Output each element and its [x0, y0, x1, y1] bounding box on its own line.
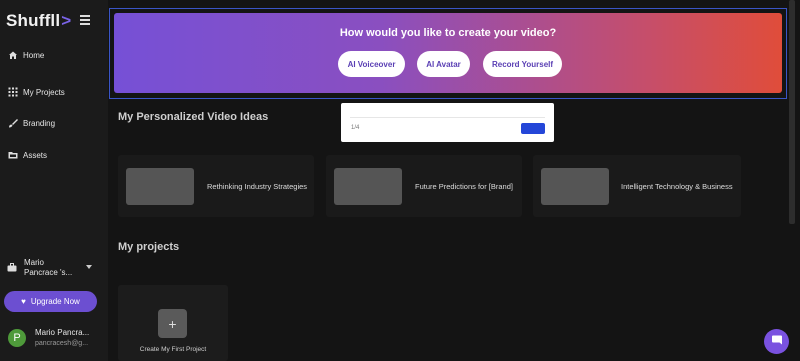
projects-section-title: My projects: [118, 241, 180, 253]
user-name: Mario Pancra...: [35, 328, 90, 337]
ai-avatar-button[interactable]: AI Avatar: [417, 51, 470, 77]
plus-icon: +: [158, 309, 187, 338]
brush-icon: [7, 118, 18, 129]
chevron-down-icon: [86, 265, 92, 269]
sidebar: Shuffll > Home My Projects Branding Asse…: [0, 0, 108, 361]
chat-bubble-icon: [771, 333, 783, 351]
sidebar-item-label: Assets: [23, 150, 48, 160]
sidebar-item-label: Branding: [23, 118, 56, 128]
record-yourself-button[interactable]: Record Yourself: [483, 51, 562, 77]
sidebar-item-branding[interactable]: Branding: [7, 113, 55, 133]
briefcase-icon: [7, 259, 17, 277]
sidebar-item-label: My Projects: [23, 87, 65, 97]
workspace-switcher[interactable]: Mario Pancrace 's...: [7, 256, 97, 280]
main-content: How would you like to create your video?…: [108, 0, 800, 361]
idea-card[interactable]: Intelligent Technology & Business: [533, 155, 741, 217]
folder-icon: [7, 150, 18, 161]
tour-divider: [350, 117, 545, 118]
idea-thumbnail: [334, 168, 402, 205]
hamburger-menu-icon[interactable]: [80, 15, 90, 25]
create-project-label: Create My First Project: [139, 346, 207, 353]
tour-next-button[interactable]: [521, 123, 545, 134]
idea-card[interactable]: Future Predictions for [Brand]: [326, 155, 522, 217]
sidebar-item-label: Home: [23, 50, 45, 60]
grid-icon: [7, 87, 18, 98]
idea-thumbnail: [126, 168, 194, 205]
hero-title: How would you like to create your video?: [339, 27, 557, 39]
user-email: pancracesh@g...: [35, 340, 89, 347]
sidebar-item-assets[interactable]: Assets: [7, 145, 47, 165]
sidebar-item-my-projects[interactable]: My Projects: [7, 82, 65, 102]
logo-mark: >: [61, 11, 72, 30]
create-video-banner: How would you like to create your video?…: [114, 13, 782, 93]
idea-title: Intelligent Technology & Business: [621, 182, 733, 191]
idea-thumbnail: [541, 168, 609, 205]
chat-support-button[interactable]: [764, 329, 789, 354]
avatar: P: [8, 329, 26, 347]
ideas-section-title: My Personalized Video Ideas: [118, 111, 269, 123]
idea-title: Future Predictions for [Brand]: [415, 182, 513, 191]
upgrade-label: Upgrade Now: [30, 297, 80, 306]
page-scrollbar[interactable]: [789, 0, 795, 224]
create-first-project-card[interactable]: + Create My First Project: [118, 285, 228, 361]
tour-step-counter: 1/4: [351, 125, 360, 131]
idea-card[interactable]: Rethinking Industry Strategies: [118, 155, 314, 217]
heart-icon: ♥: [21, 297, 26, 306]
logo-text: Shuffll: [6, 11, 61, 30]
ai-voiceover-button[interactable]: AI Voiceover: [338, 51, 405, 77]
workspace-name: Mario Pancrace 's...: [24, 258, 73, 277]
upgrade-now-button[interactable]: ♥ Upgrade Now: [4, 291, 97, 312]
user-profile[interactable]: P Mario Pancra... pancracesh@g...: [8, 326, 103, 352]
sidebar-item-home[interactable]: Home: [7, 45, 44, 65]
tour-popup: 1/4: [341, 103, 554, 142]
home-icon: [7, 50, 18, 61]
idea-title: Rethinking Industry Strategies: [207, 182, 308, 191]
